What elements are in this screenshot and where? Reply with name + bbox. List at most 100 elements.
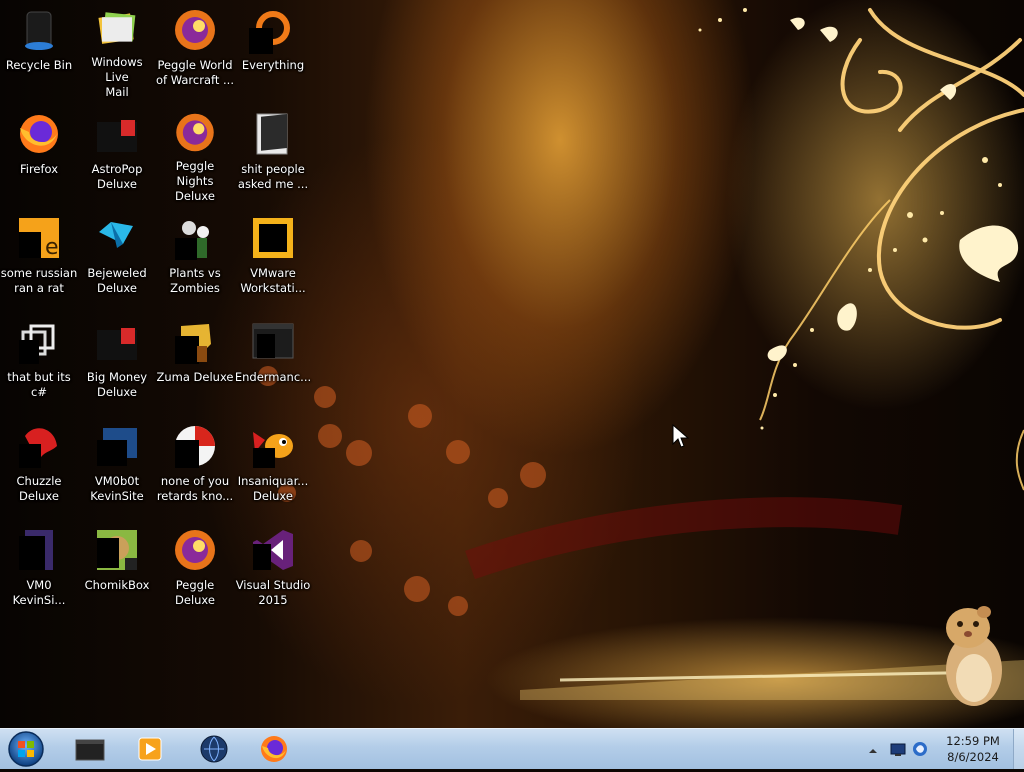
desktop-icon-label: VMware Workstati... (240, 266, 306, 295)
desktop-icon-label: Windows Live Mail (91, 55, 143, 99)
mouse-cursor-icon (672, 424, 690, 448)
desktop-icon[interactable]: Insaniquar... Deluxe (234, 416, 312, 516)
desktop-icon-label: Peggle Deluxe (175, 578, 215, 607)
desktop-icon[interactable]: Recycle Bin (0, 0, 78, 100)
peggle-icon (175, 530, 215, 570)
desktop-icon[interactable]: Peggle World of Warcraft ... (156, 0, 234, 100)
desktop-icon-label: Endermanc... (234, 370, 312, 384)
svg-text:e: e (45, 235, 59, 260)
game-icon (97, 120, 137, 152)
desktop-icon[interactable]: VM0 KevinSi... (0, 520, 78, 620)
desktop-icon[interactable]: Peggle Nights Deluxe (156, 104, 234, 204)
desktop-icon[interactable]: VMware Workstati... (234, 208, 312, 308)
vm-icon (97, 428, 137, 466)
desktop-icon[interactable]: Zuma Deluxe (156, 312, 234, 412)
desktop-icon-label: VM0 KevinSi... (12, 578, 66, 607)
desktop-icon-label: Peggle World of Warcraft ... (156, 58, 234, 87)
desktop-icon[interactable]: Big Money Deluxe (78, 312, 156, 412)
shortcut-icon (19, 324, 55, 364)
desktop-icon-label: AstroPop Deluxe (91, 162, 143, 191)
folder-icon (256, 113, 288, 155)
desktop[interactable]: Recycle Bin Windows Live Mail Peggle World… (0, 0, 1024, 728)
document-icon (19, 530, 53, 570)
game-icon (97, 328, 137, 360)
desktop-icon-label: none of you retards kno... (156, 474, 234, 503)
firefox-icon (261, 736, 287, 762)
bokeh-light (350, 540, 372, 562)
desktop-icon-label: Bejeweled Deluxe (87, 266, 147, 295)
bokeh-light (314, 386, 336, 408)
globe-icon (200, 735, 228, 763)
desktop-icon-label: Chuzzle Deluxe (16, 474, 62, 503)
desktop-icon[interactable]: Everything (234, 0, 312, 100)
desktop-icon[interactable]: Peggle Deluxe (156, 520, 234, 620)
desktop-icon-label: Visual Studio 2015 (235, 578, 311, 607)
desktop-icon[interactable]: VM0b0t KevinSite (78, 416, 156, 516)
visual-studio-icon (253, 530, 293, 570)
desktop-icon-label: ChomikBox (84, 578, 150, 592)
bokeh-light (318, 424, 342, 448)
zuma-icon (175, 324, 211, 364)
desktop-icon[interactable]: ChomikBox (78, 520, 156, 620)
plant-icon (175, 221, 209, 260)
desktop-icon[interactable]: Chuzzle Deluxe (0, 416, 78, 516)
bokeh-light (408, 404, 432, 428)
desktop-icon-label: some russian ran a rat (0, 266, 78, 295)
desktop-icon[interactable]: Windows Live Mail (78, 0, 156, 100)
desktop-icon[interactable]: shit people asked me ... (234, 104, 312, 204)
taskbar-clock[interactable]: 12:59 PM 8/6/2024 (930, 733, 1016, 765)
desktop-icon[interactable]: that but its c# (0, 312, 78, 412)
app-icon (175, 426, 215, 468)
desktop-icon-label: Plants vs Zombies (169, 266, 221, 295)
desktop-icon[interactable]: AstroPop Deluxe (78, 104, 156, 204)
firefox-icon (20, 115, 58, 153)
desktop-icon[interactable]: Visual Studio 2015 (234, 520, 312, 620)
show-desktop-button[interactable] (1013, 729, 1024, 769)
app-tray-icon[interactable] (912, 740, 928, 762)
cmd-taskbar-button[interactable] (62, 731, 118, 767)
desktop-icon[interactable]: Endermanc... (234, 312, 312, 412)
desktop-icon[interactable]: Plants vs Zombies (156, 208, 234, 308)
desktop-icon[interactable]: Bejeweled Deluxe (78, 208, 156, 308)
java-icon: e (19, 218, 59, 260)
firefox-taskbar-button[interactable] (246, 731, 302, 767)
gem-icon (99, 222, 133, 248)
windows-orb-icon (8, 731, 44, 767)
desktop-icon-label: shit people asked me ... (237, 162, 309, 191)
hamster-app-icon (97, 530, 137, 570)
fish-icon (253, 432, 293, 468)
network-icon[interactable] (890, 742, 906, 761)
show-hidden-icons-arrow-icon[interactable] (868, 741, 878, 760)
desktop-icon[interactable]: Firefox (0, 104, 78, 204)
desktop-icon-label: that but its c# (7, 370, 71, 399)
bokeh-light (520, 462, 546, 488)
hamster-icon (946, 606, 1002, 706)
recycle-bin-icon (25, 11, 53, 50)
desktop-icon-label: Zuma Deluxe (156, 370, 234, 384)
clock-date: 8/6/2024 (947, 750, 999, 764)
desktop-icon[interactable]: e some russian ran a rat (0, 208, 78, 308)
desktop-icon-label: Peggle Nights Deluxe (175, 159, 215, 203)
search-ring-icon (249, 11, 290, 54)
media-player-icon (138, 737, 162, 761)
desktop-icon-label: Big Money Deluxe (86, 370, 148, 399)
bokeh-light (404, 576, 430, 602)
desktop-icon[interactable]: none of you retards kno... (156, 416, 234, 516)
desktop-icon-label: Everything (241, 58, 305, 72)
vmware-icon (253, 218, 293, 258)
desktop-icon-label: VM0b0t KevinSite (90, 474, 144, 503)
bokeh-light (346, 440, 372, 466)
bokeh-light (446, 440, 470, 464)
app-taskbar-button[interactable] (186, 731, 242, 767)
clock-time: 12:59 PM (946, 734, 1000, 748)
desktop-icon-label: Insaniquar... Deluxe (237, 474, 309, 503)
desktop-icon-label: Recycle Bin (5, 58, 73, 72)
peggle-icon (176, 113, 214, 152)
peggle-icon (175, 10, 215, 50)
bokeh-light (448, 596, 468, 616)
start-button[interactable] (5, 730, 47, 768)
terminal-icon (75, 739, 105, 761)
mail-icon (98, 12, 136, 44)
media-player-taskbar-button[interactable] (122, 731, 178, 767)
chuzzle-icon (19, 428, 57, 468)
